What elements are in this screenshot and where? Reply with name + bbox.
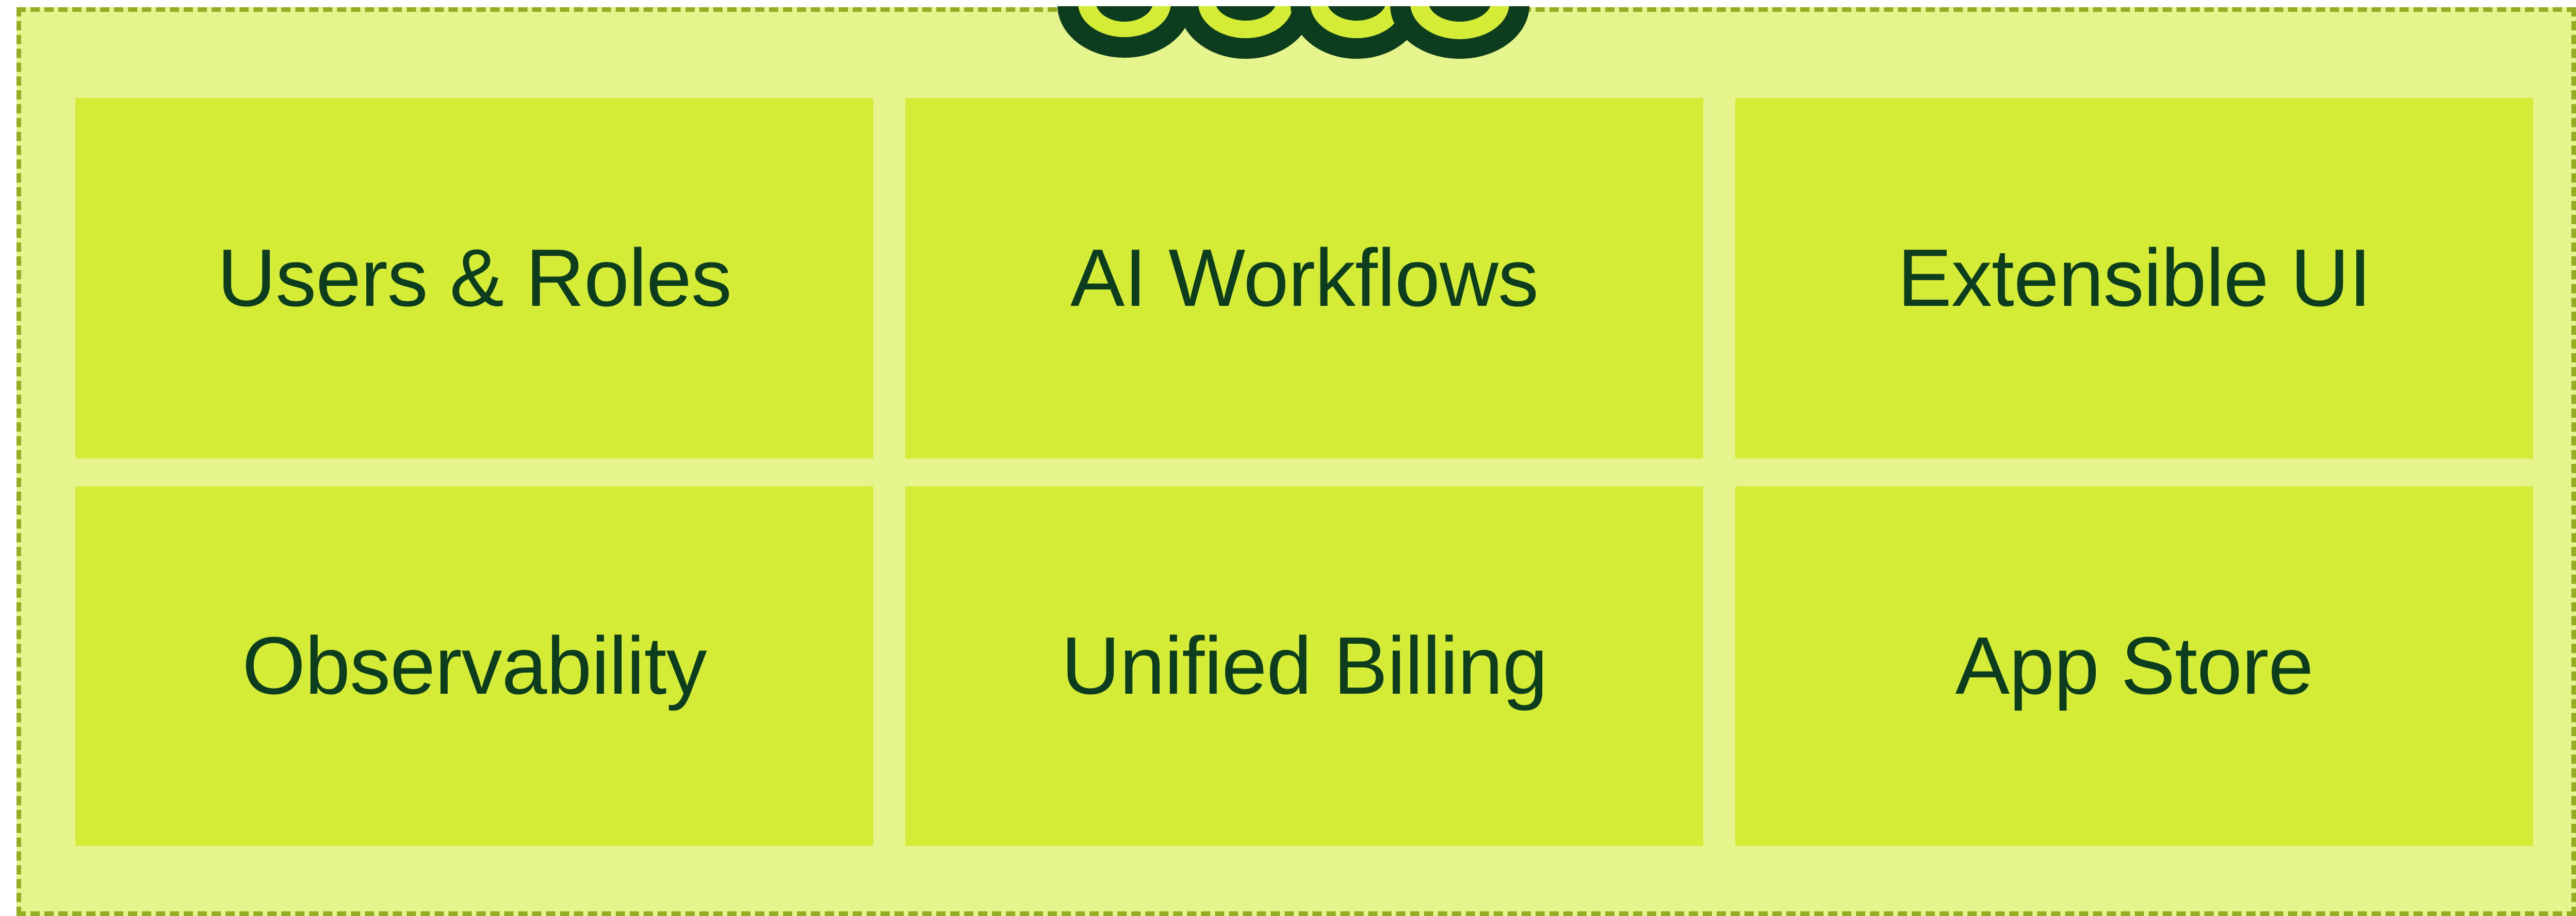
feature-label: App Store — [1955, 620, 2314, 711]
feature-tile-observability: Observability — [75, 486, 873, 846]
feature-label: Users & Roles — [217, 233, 732, 323]
feature-tile-unified-billing: Unified Billing — [905, 486, 1703, 846]
feature-tile-users-roles: Users & Roles — [75, 98, 873, 459]
feature-label: Observability — [242, 620, 707, 711]
brand-logo-icon — [1047, 0, 1532, 61]
feature-tile-ai-workflows: AI Workflows — [905, 98, 1703, 459]
feature-grid: Users & Roles AI Workflows Extensible UI… — [75, 98, 2534, 846]
feature-label: Extensible UI — [1897, 233, 2372, 323]
feature-tile-extensible-ui: Extensible UI — [1735, 98, 2533, 459]
feature-tile-app-store: App Store — [1735, 486, 2533, 846]
feature-label: Unified Billing — [1061, 620, 1547, 711]
feature-label: AI Workflows — [1070, 233, 1539, 323]
